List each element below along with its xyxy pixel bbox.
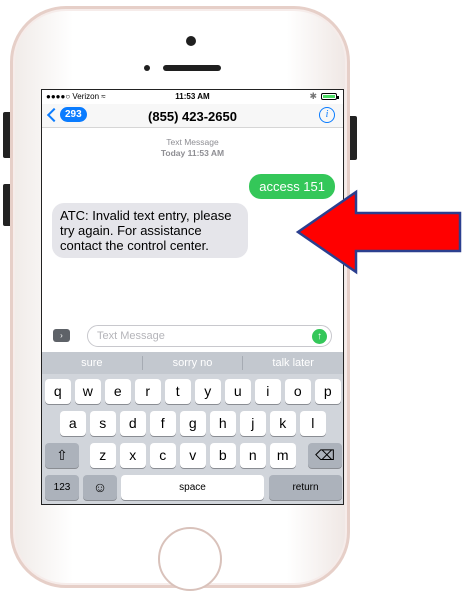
key-v[interactable]: v: [180, 443, 206, 468]
conversation-label: Text Message: [166, 137, 219, 147]
conversation-header: Text Message Today 11:53 AM: [42, 137, 343, 159]
emoji-key[interactable]: ☺: [83, 475, 117, 500]
return-key[interactable]: return: [269, 475, 342, 500]
suggestion-3[interactable]: talk later: [243, 352, 343, 374]
numbers-key[interactable]: 123: [45, 475, 79, 500]
shift-key[interactable]: ⇧: [45, 443, 79, 468]
status-time: 11:53 AM: [175, 92, 210, 101]
space-key[interactable]: space: [121, 475, 264, 500]
key-c[interactable]: c: [150, 443, 176, 468]
key-n[interactable]: n: [240, 443, 266, 468]
key-o[interactable]: o: [285, 379, 311, 404]
key-x[interactable]: x: [120, 443, 146, 468]
apps-button[interactable]: ›: [53, 329, 70, 342]
front-camera: [144, 65, 150, 71]
key-b[interactable]: b: [210, 443, 236, 468]
key-u[interactable]: u: [225, 379, 251, 404]
speaker-grill: [163, 65, 221, 71]
key-h[interactable]: h: [210, 411, 236, 436]
key-p[interactable]: p: [315, 379, 341, 404]
home-button[interactable]: [158, 527, 222, 591]
status-bar: ●●●●○ Verizon ≈ 11:53 AM ✱: [42, 90, 343, 104]
key-s[interactable]: s: [90, 411, 116, 436]
compose-bar: › ↑: [42, 322, 343, 352]
suggestion-1[interactable]: sure: [42, 352, 142, 374]
battery-icon: [321, 93, 339, 100]
key-g[interactable]: g: [180, 411, 206, 436]
keyboard: sure sorry no talk later qwertyuiop asdfg…: [42, 352, 343, 504]
nav-bar: 293 (855) 423-2650 i: [42, 104, 343, 128]
incoming-message: ATC: Invalid text entry, please try agai…: [52, 203, 248, 258]
key-r[interactable]: r: [135, 379, 161, 404]
phone-body: ●●●●○ Verizon ≈ 11:53 AM ✱ 293 (855) 423…: [10, 6, 350, 591]
message-input[interactable]: [97, 330, 297, 342]
key-d[interactable]: d: [120, 411, 146, 436]
key-l[interactable]: l: [300, 411, 326, 436]
conversation-timestamp: Today 11:53 AM: [160, 148, 225, 158]
key-z[interactable]: z: [90, 443, 116, 468]
suggestion-2[interactable]: sorry no: [143, 352, 243, 374]
send-button[interactable]: ↑: [312, 329, 327, 344]
key-a[interactable]: a: [60, 411, 86, 436]
screen: ●●●●○ Verizon ≈ 11:53 AM ✱ 293 (855) 423…: [41, 89, 344, 505]
key-e[interactable]: e: [105, 379, 131, 404]
key-q[interactable]: q: [45, 379, 71, 404]
key-j[interactable]: j: [240, 411, 266, 436]
key-w[interactable]: w: [75, 379, 101, 404]
message-field[interactable]: ↑: [87, 325, 332, 347]
key-f[interactable]: f: [150, 411, 176, 436]
suggestion-bar: sure sorry no talk later: [42, 352, 343, 374]
outgoing-message: access 151: [249, 174, 335, 199]
stage: ●●●●○ Verizon ≈ 11:53 AM ✱ 293 (855) 423…: [0, 0, 464, 596]
key-y[interactable]: y: [195, 379, 221, 404]
key-i[interactable]: i: [255, 379, 281, 404]
contact-title: (855) 423-2650: [148, 109, 237, 124]
info-icon[interactable]: i: [319, 107, 335, 123]
camera-dot: [186, 36, 196, 46]
bluetooth-icon: ✱: [309, 91, 317, 101]
key-k[interactable]: k: [270, 411, 296, 436]
key-t[interactable]: t: [165, 379, 191, 404]
delete-key[interactable]: ⌫: [308, 443, 342, 468]
battery-fill: [323, 95, 335, 98]
key-m[interactable]: m: [270, 443, 296, 468]
